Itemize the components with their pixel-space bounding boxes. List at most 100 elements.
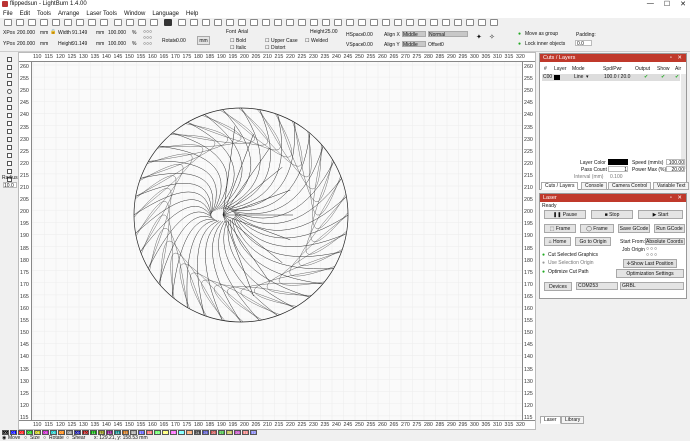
frame-button[interactable]: ⬚ Frame (544, 224, 576, 233)
menu-window[interactable]: Window (124, 11, 145, 17)
settings-icon[interactable] (190, 19, 198, 26)
align-bottom-icon[interactable] (418, 19, 426, 26)
bold-checkbox[interactable]: ☐ (230, 38, 234, 44)
stop-button[interactable]: ■ Stop (591, 210, 633, 219)
show-last-position-button[interactable]: ✛Show Last Position (623, 259, 677, 268)
tab-variable-text[interactable]: Variable Text (653, 182, 690, 190)
bool-subtract-icon[interactable] (442, 19, 450, 26)
maximize-button[interactable]: ☐ (664, 0, 670, 8)
trim-tool-icon[interactable] (7, 153, 12, 158)
vspace-value[interactable]: 0.00 (363, 42, 373, 48)
start-from-select[interactable]: Absolute Coords (645, 238, 685, 245)
weld-icon[interactable] (466, 19, 474, 26)
optimize-cut-label[interactable]: Optimize Cut Path (548, 269, 589, 275)
zoom-out-icon[interactable] (126, 19, 134, 26)
layer-row[interactable]: C00 Line ▾ 100.0 / 20.0 ✔ ✔ ✔ (542, 74, 680, 81)
menu-language[interactable]: Language (152, 11, 179, 17)
interval-value[interactable]: 0.100 (610, 174, 623, 180)
use-selection-icon[interactable]: ● (542, 260, 545, 266)
open-file-icon[interactable] (4, 19, 12, 26)
copy-icon[interactable] (64, 19, 72, 26)
measure-tool-icon[interactable] (7, 121, 12, 126)
menu-help[interactable]: Help (186, 11, 198, 17)
rotate-value[interactable]: 0.00 (176, 38, 186, 44)
tab-library[interactable]: Library (561, 416, 585, 424)
cut-selected-label[interactable]: Cut Selected Graphics (548, 252, 598, 258)
hspace-value[interactable]: 0.00 (363, 32, 373, 38)
lock-icon[interactable]: 🔒 (50, 29, 56, 35)
align-center-icon[interactable] (382, 19, 390, 26)
menu-file[interactable]: File (3, 11, 13, 17)
show-check-icon[interactable]: ✔ (661, 74, 665, 80)
scale-width-value[interactable]: 100.000 (108, 30, 126, 36)
font-height-value[interactable]: 25.00 (325, 29, 338, 35)
edit-nodes-icon[interactable] (7, 65, 12, 70)
radius-value[interactable]: 10.0 (3, 182, 17, 189)
optimization-settings-button[interactable]: Optimization Settings (616, 269, 684, 278)
node-edit-icon[interactable] (490, 19, 498, 26)
offset-value[interactable]: 0 (441, 42, 444, 48)
minimize-button[interactable]: — (647, 0, 654, 8)
font-value[interactable]: Arial (238, 29, 248, 35)
italic-checkbox[interactable]: ☐ (230, 45, 234, 51)
layer-mode[interactable]: Line (574, 74, 583, 80)
lock-inner-icon[interactable]: ● (518, 41, 521, 47)
size-radio[interactable]: ○ (24, 435, 27, 441)
select-tool-icon[interactable] (7, 57, 12, 62)
cut-icon[interactable] (76, 19, 84, 26)
distort-checkbox[interactable]: ☐ (265, 45, 269, 51)
anchor-grid-icon[interactable]: ○○○ ○○○ ○○○ (143, 29, 152, 47)
welded-checkbox[interactable]: ☐ (305, 38, 309, 44)
text-warp-icon[interactable]: ✧ (489, 33, 495, 41)
optimize-cut-icon[interactable]: ● (542, 269, 545, 275)
close-button[interactable]: ✕ (680, 0, 686, 8)
line-tool-icon[interactable] (7, 73, 12, 78)
machine-settings-icon[interactable] (202, 19, 210, 26)
grid-icon[interactable] (214, 19, 222, 26)
ellipse-tool-icon[interactable] (7, 89, 12, 94)
lock-inner-label[interactable]: Lock inner objects (525, 41, 565, 47)
tab-cuts-layers[interactable]: Cuts / Layers (541, 182, 579, 190)
mode-dropdown-icon[interactable]: ▾ (586, 74, 589, 80)
rectangle-tool-icon[interactable] (7, 81, 12, 86)
bool-intersect-icon[interactable] (454, 19, 462, 26)
cut-selected-icon[interactable]: ● (542, 252, 545, 258)
save-gcode-button[interactable]: Save GCode (618, 224, 650, 233)
design-artwork[interactable] (19, 53, 536, 430)
units-toggle-button[interactable]: mm (197, 36, 210, 45)
corner-radius-icon[interactable] (7, 137, 12, 142)
delete-icon[interactable] (100, 19, 108, 26)
air-check-icon[interactable]: ✔ (675, 74, 679, 80)
tabs-tool-icon[interactable] (7, 129, 12, 134)
align-left-icon[interactable] (370, 19, 378, 26)
flip-vertical-icon[interactable] (298, 19, 306, 26)
align-right-icon[interactable] (394, 19, 402, 26)
pass-count-input[interactable]: 1 (608, 166, 628, 173)
layer-color-box[interactable] (608, 159, 628, 165)
position-laser-icon[interactable] (7, 113, 12, 118)
speed-input[interactable]: 100.00 (666, 159, 685, 166)
trace-image-icon[interactable] (178, 19, 186, 26)
paste-icon[interactable] (88, 19, 96, 26)
panel-controls-icon[interactable]: ▫ ✕ (670, 54, 684, 62)
distribute-h-icon[interactable] (346, 19, 354, 26)
menu-edit[interactable]: Edit (20, 11, 30, 17)
design-canvas[interactable]: 110 115 120 125 130 135 140 145 150 155 160 165 170 1… (18, 52, 536, 430)
camera-icon[interactable] (164, 19, 172, 26)
rotate-radio[interactable]: ○ (43, 435, 46, 441)
devices-button[interactable]: Devices (544, 282, 572, 291)
text-tool-icon[interactable] (7, 105, 12, 110)
use-selection-label[interactable]: Use Selection Origin (548, 260, 594, 266)
rotate-left-icon[interactable] (322, 19, 330, 26)
offset-tool-icon[interactable] (7, 161, 12, 166)
flip-horizontal-icon[interactable] (286, 19, 294, 26)
controller-select[interactable]: GRBL (620, 282, 684, 290)
menu-laser-tools[interactable]: Laser Tools (86, 11, 117, 17)
shear-radio[interactable]: ○ (66, 435, 69, 441)
text-path-icon[interactable]: ✦ (476, 33, 482, 41)
start-button[interactable]: ▶ Start (638, 210, 683, 219)
save-file-icon[interactable] (16, 19, 24, 26)
xpos-value[interactable]: 200.000 (17, 30, 35, 36)
pause-button[interactable]: ❚❚ Pause (544, 210, 586, 219)
circular-array-icon[interactable] (238, 19, 246, 26)
